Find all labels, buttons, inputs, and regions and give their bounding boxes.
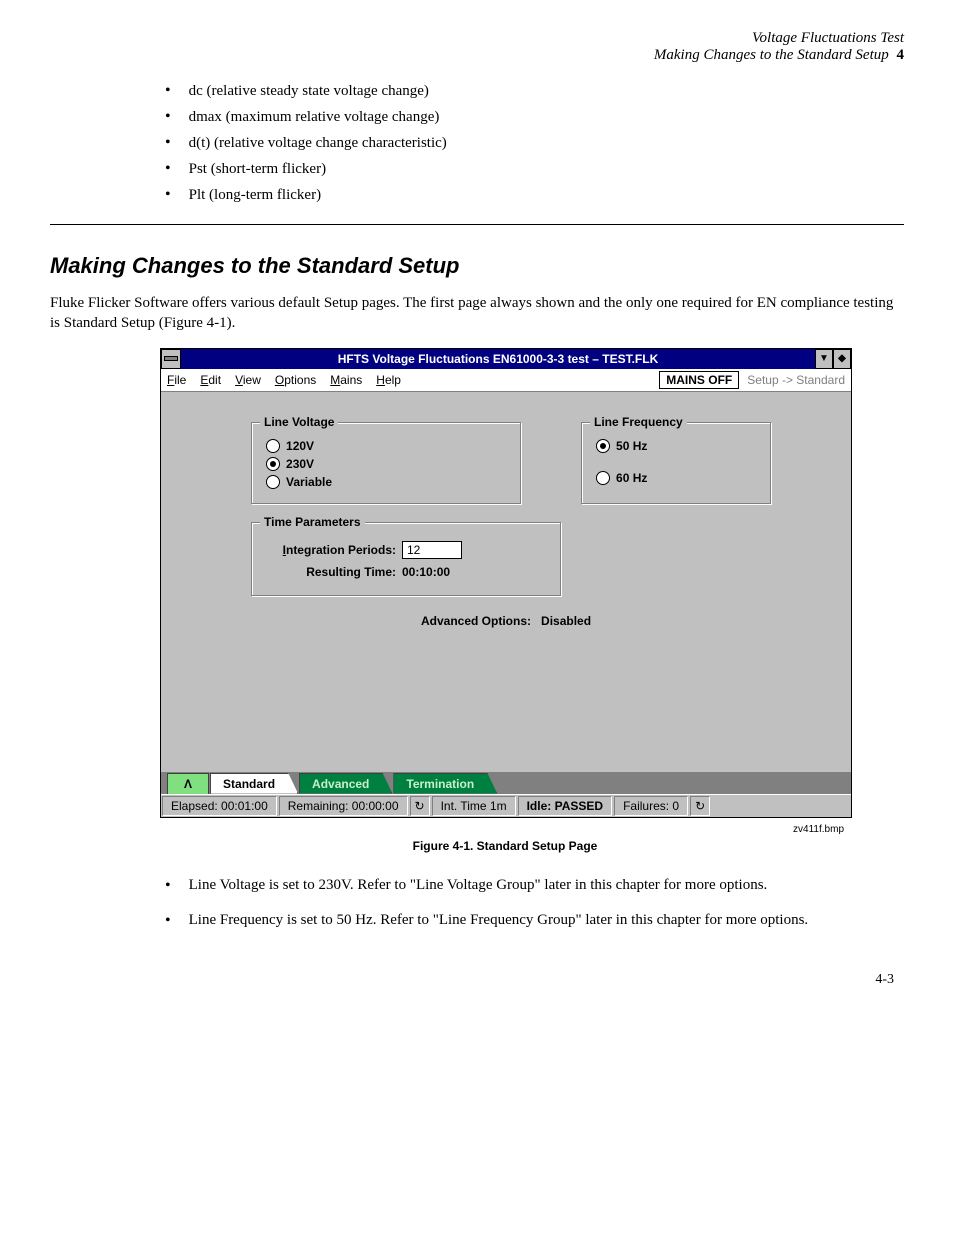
running-header: Voltage Fluctuations Test Making Changes…	[50, 30, 904, 64]
radio-230v[interactable]: 230V	[266, 457, 506, 471]
radio-120v[interactable]: 120V	[266, 439, 506, 453]
status-idle: Idle: PASSED	[518, 796, 612, 816]
section-ref: Making Changes to the Standard Setup	[654, 47, 889, 63]
radio-variable[interactable]: Variable	[266, 475, 506, 489]
tab-lambda[interactable]: Λ	[167, 773, 209, 794]
time-parameters-group: Time Parameters Integration Periods: Res…	[251, 522, 561, 596]
window-title: HFTS Voltage Fluctuations EN61000-3-3 te…	[181, 349, 815, 369]
menu-edit[interactable]: Edit	[200, 373, 221, 387]
app-window: HFTS Voltage Fluctuations EN61000-3-3 te…	[160, 348, 852, 818]
group-label: Line Frequency	[590, 415, 687, 429]
intro-paragraph: Fluke Flicker Software offers various de…	[50, 293, 904, 334]
line-voltage-group: Line Voltage 120V 230V Variable	[251, 422, 521, 504]
group-label: Line Voltage	[260, 415, 338, 429]
list-item: Pst (short-term flicker)	[165, 160, 904, 178]
list-item: d(t) (relative voltage change characteri…	[165, 134, 904, 152]
refresh-icon[interactable]: ↻	[410, 796, 430, 816]
radio-60hz[interactable]: 60 Hz	[596, 471, 756, 485]
list-item: Line Frequency is set to 50 Hz. Refer to…	[165, 910, 904, 932]
menu-file[interactable]: File	[167, 373, 186, 387]
tab-advanced[interactable]: Advanced	[299, 773, 392, 794]
minimize-button[interactable]: ▼	[815, 349, 833, 369]
integration-periods-input[interactable]	[402, 541, 462, 559]
radio-50hz[interactable]: 50 Hz	[596, 439, 756, 453]
status-inttime: Int. Time 1m	[432, 796, 516, 816]
status-elapsed: Elapsed: 00:01:00	[162, 796, 277, 816]
resulting-time-value: 00:10:00	[402, 565, 450, 579]
tab-bar: Λ Standard Advanced Termination	[161, 772, 851, 794]
group-label: Time Parameters	[260, 515, 365, 529]
mode-indicator: Setup -> Standard	[747, 373, 845, 387]
section-heading: Making Changes to the Standard Setup	[50, 253, 904, 279]
figure-caption: Figure 4-1. Standard Setup Page	[160, 839, 850, 853]
advanced-options-row: Advanced Options: Disabled	[421, 614, 811, 628]
integration-periods-label: Integration Periods:	[266, 543, 396, 557]
refresh-icon[interactable]: ↻	[690, 796, 710, 816]
menu-help[interactable]: Help	[376, 373, 401, 387]
maximize-button[interactable]: ◆	[833, 349, 851, 369]
tab-termination[interactable]: Termination	[393, 773, 497, 794]
client-area: Line Voltage 120V 230V Variable Line Fre…	[161, 392, 851, 772]
setup-notes-list: Line Voltage is set to 230V. Refer to "L…	[165, 875, 904, 932]
line-frequency-group: Line Frequency 50 Hz 60 Hz	[581, 422, 771, 504]
chapter-number: 4	[897, 47, 905, 64]
menu-options[interactable]: Options	[275, 373, 316, 387]
status-remaining: Remaining: 00:00:00	[279, 796, 408, 816]
menu-bar: File Edit View Options Mains Help MAINS …	[161, 369, 851, 392]
title-bar: HFTS Voltage Fluctuations EN61000-3-3 te…	[161, 349, 851, 369]
resulting-time-label: Resulting Time:	[266, 565, 396, 579]
divider	[50, 224, 904, 225]
list-item: Plt (long-term flicker)	[165, 186, 904, 204]
list-item: dc (relative steady state voltage change…	[165, 82, 904, 100]
measurement-list: dc (relative steady state voltage change…	[165, 82, 904, 204]
status-bar: Elapsed: 00:01:00 Remaining: 00:00:00 ↻ …	[161, 794, 851, 817]
system-menu-icon[interactable]	[161, 349, 181, 369]
list-item: Line Voltage is set to 230V. Refer to "L…	[165, 875, 904, 897]
list-item: dmax (maximum relative voltage change)	[165, 108, 904, 126]
menu-view[interactable]: View	[235, 373, 261, 387]
page-number: 4-3	[50, 972, 894, 988]
tab-standard[interactable]: Standard	[210, 773, 298, 794]
menu-mains[interactable]: Mains	[330, 373, 362, 387]
image-filename: zv411f.bmp	[50, 824, 844, 835]
mains-off-indicator: MAINS OFF	[659, 371, 739, 389]
status-failures: Failures: 0	[614, 796, 688, 816]
